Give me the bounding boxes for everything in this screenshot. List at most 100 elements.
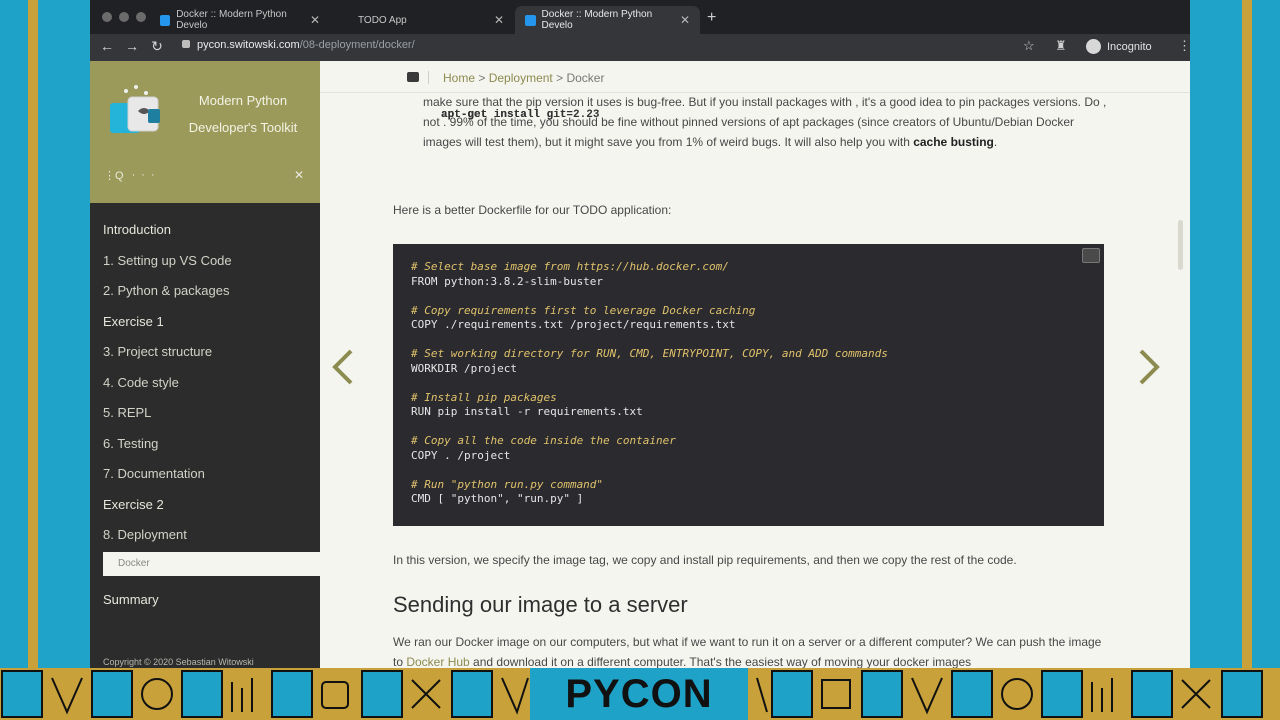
sidebar-item-summary[interactable]: Summary <box>103 589 320 620</box>
incognito-icon <box>1086 39 1101 54</box>
back-arrow-icon[interactable]: ← <box>98 38 116 54</box>
breadcrumb-current: Docker <box>566 71 605 85</box>
incognito-indicator[interactable]: Incognito <box>1086 39 1152 54</box>
docker-hub-link[interactable]: Docker Hub <box>406 655 469 668</box>
sidebar-item-deployment[interactable]: 8. Deployment <box>103 524 320 555</box>
sidebar-item-code-style[interactable]: 4. Code style <box>103 372 320 403</box>
docker-favicon-icon <box>525 14 536 26</box>
inline-code: apt-get install git <box>441 109 567 121</box>
sidebar-item-exercise-1[interactable]: Exercise 1 <box>103 311 320 342</box>
sidebar-item-exercise-2[interactable]: Exercise 2 <box>103 494 320 525</box>
scrollbar-thumb[interactable] <box>1178 220 1183 270</box>
tab-strip: Docker :: Modern Python Develo ✕ TODO Ap… <box>90 0 1190 36</box>
code-comment-line: # Copy requirements first to leverage Do… <box>411 303 756 317</box>
window-controls <box>102 12 146 22</box>
copy-code-icon[interactable] <box>1082 248 1100 263</box>
close-icon[interactable]: ✕ <box>680 13 690 27</box>
code-comment-line: # Set working directory for RUN, CMD, EN… <box>411 347 888 360</box>
minimize-window-button[interactable] <box>119 12 129 22</box>
bold-text: cache busting <box>913 135 994 149</box>
sidebar-search[interactable]: ⋮Q ··· ✕ <box>104 165 304 185</box>
extension-icon[interactable]: ♜ <box>1055 38 1067 54</box>
sidebar-item-project-structure[interactable]: 3. Project structure <box>103 341 320 372</box>
toolkit-logo-icon <box>110 85 160 133</box>
close-icon[interactable]: ✕ <box>310 13 320 27</box>
conference-frame-left <box>0 0 38 668</box>
browser-menu-icon[interactable]: ⋮ <box>1178 38 1190 54</box>
code-comment-line: # Copy all the code inside the container <box>411 434 676 447</box>
breadcrumb-deployment[interactable]: Deployment <box>489 71 553 85</box>
sidebar-menu: Introduction 1. Setting up VS Code 2. Py… <box>103 219 320 619</box>
tab-label: Docker :: Modern Python Develo <box>541 9 653 31</box>
code-comment-line: # Install pip packages <box>411 390 557 404</box>
blank-favicon-icon <box>344 15 352 26</box>
code-line: CMD [ "python", "run.py" ] <box>411 492 584 505</box>
code-comment-line: # Select base image from https://hub.doc… <box>411 260 729 273</box>
breadcrumb-home[interactable]: Home <box>443 71 475 85</box>
code-block: # Select base image from https://hub.doc… <box>393 244 1104 526</box>
brand-title[interactable]: Modern Python Developer's Toolkit <box>178 87 308 141</box>
dockerfile-code: # Select base image from https://hub.doc… <box>411 260 888 507</box>
after-code-text: In this version, we specify the image ta… <box>393 553 1017 567</box>
toc-icon[interactable] <box>407 72 419 82</box>
bookmark-star-icon[interactable]: ☆ <box>1023 38 1035 54</box>
dockerfile-intro: Here is a better Dockerfile for our TODO… <box>393 203 672 217</box>
new-tab-button[interactable]: + <box>707 9 716 27</box>
bullet-text: make sure that the pip version it uses i… <box>423 92 1113 152</box>
address-bar[interactable]: pycon.switowski.com/08-deployment/docker… <box>182 39 415 51</box>
forward-arrow-icon[interactable]: → <box>123 38 141 54</box>
paragraph: We ran our Docker image on our computers… <box>393 632 1113 668</box>
url-host: pycon.switowski.com <box>197 39 300 51</box>
previous-page-icon[interactable] <box>331 349 355 385</box>
sidebar-item-introduction[interactable]: Introduction <box>103 219 320 250</box>
section-heading: Sending our image to a server <box>393 592 688 617</box>
close-window-button[interactable] <box>102 12 112 22</box>
docker-favicon-icon <box>160 14 171 26</box>
conference-frame-right <box>1242 0 1280 668</box>
divider <box>428 71 429 84</box>
tab-todo[interactable]: TODO App ✕ <box>334 6 514 34</box>
web-page: Modern Python Developer's Toolkit ⋮Q ···… <box>90 61 1190 668</box>
copyright: Copyright © 2020 Sebastian Witowski <box>103 657 254 667</box>
clear-search-icon[interactable]: ✕ <box>294 168 304 182</box>
pycon-logo: PYCON 2020 <box>530 668 748 720</box>
browser-toolbar: ← → ↻ pycon.switowski.com/08-deployment/… <box>90 34 1190 61</box>
top-bar: Home > Deployment > Docker <box>320 61 1190 93</box>
tab-docker-1[interactable]: Docker :: Modern Python Develo ✕ <box>150 6 330 34</box>
sidebar-item-docker[interactable]: Docker <box>103 551 320 576</box>
code-comment-line: # Run "python run.py command" <box>411 477 604 491</box>
search-input[interactable]: ··· <box>132 169 161 181</box>
sidebar-item-documentation[interactable]: 7. Documentation <box>103 463 320 494</box>
reload-icon[interactable]: ↻ <box>148 38 166 55</box>
search-icon: ⋮Q <box>104 169 124 182</box>
code-line: RUN pip install -r requirements.txt <box>411 405 643 418</box>
sidebar-item-repl[interactable]: 5. REPL <box>103 402 320 433</box>
sidebar-item-python-packages[interactable]: 2. Python & packages <box>103 280 320 311</box>
text-segment: and download it on a different computer.… <box>469 655 972 668</box>
text-segment: , it's a good idea to pin packages versi… <box>855 95 1103 109</box>
brand-header: Modern Python Developer's Toolkit ⋮Q ···… <box>90 61 320 203</box>
incognito-label: Incognito <box>1107 40 1152 53</box>
tab-label: TODO App <box>358 14 407 26</box>
code-line: COPY ./requirements.txt /project/require… <box>411 318 736 331</box>
code-line: COPY . /project <box>411 448 511 462</box>
sidebar-item-vscode[interactable]: 1. Setting up VS Code <box>103 250 320 281</box>
breadcrumb-separator: > <box>556 71 564 85</box>
url-path: /08-deployment/docker/ <box>299 39 415 51</box>
breadcrumb-separator: > <box>478 71 486 85</box>
breadcrumb: Home > Deployment > Docker <box>443 71 604 85</box>
text-segment: . <box>993 135 998 149</box>
code-line: WORKDIR /project <box>411 361 517 375</box>
maximize-window-button[interactable] <box>136 12 146 22</box>
browser-window: Docker :: Modern Python Develo ✕ TODO Ap… <box>90 0 1190 668</box>
tab-docker-active[interactable]: Docker :: Modern Python Develo ✕ <box>515 6 700 34</box>
next-page-icon[interactable] <box>1137 349 1161 385</box>
code-line: FROM python:3.8.2-slim-buster <box>411 274 604 288</box>
sidebar-item-testing[interactable]: 6. Testing <box>103 433 320 464</box>
close-icon[interactable]: ✕ <box>494 13 504 27</box>
